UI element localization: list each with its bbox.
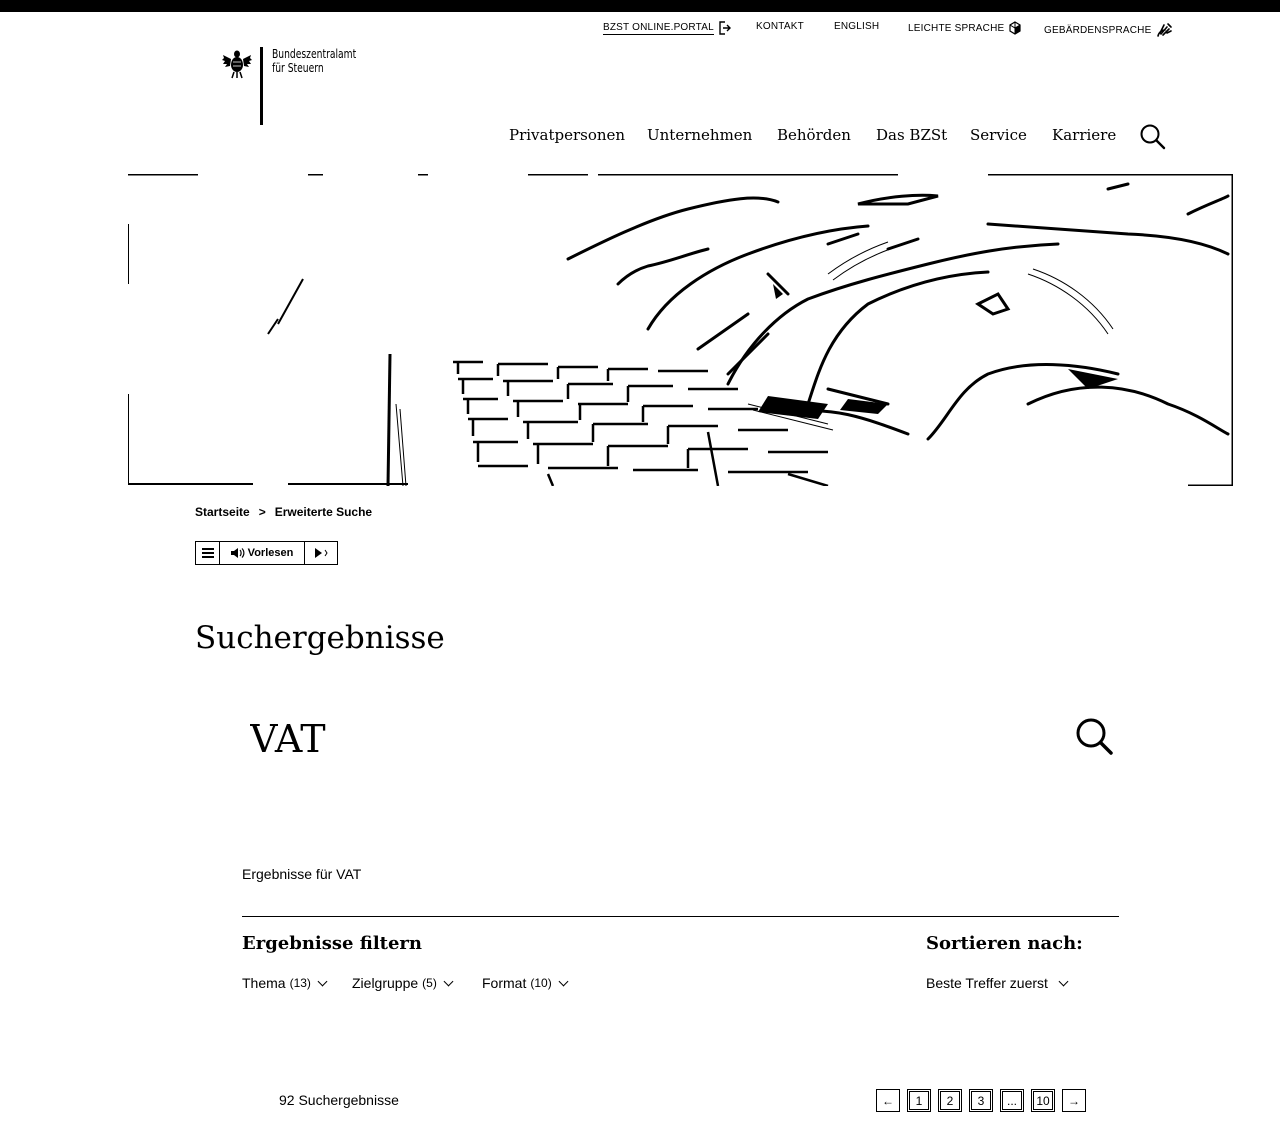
pagination-next-button[interactable]: → [1062, 1089, 1086, 1112]
chevron-down-icon [443, 976, 454, 986]
pagination: ← 1 2 3 ... 10 → [876, 1089, 1086, 1112]
chevron-down-icon [317, 976, 328, 986]
read-aloud-button[interactable]: Vorlesen [220, 542, 305, 564]
bzst-logo[interactable]: Bundeszentralamt für Steuern [222, 45, 382, 125]
login-icon [719, 21, 731, 35]
page-number: 10 [1036, 1093, 1050, 1108]
filter-zielgruppe-label: Zielgruppe [352, 975, 419, 991]
header-search-icon[interactable] [1139, 123, 1167, 151]
chevron-down-icon [1058, 976, 1069, 986]
search-input[interactable] [242, 708, 1118, 770]
nav-item-service[interactable]: Service [970, 126, 1027, 144]
readspeaker-toolbar: Vorlesen [195, 541, 338, 565]
keyboard-hands-illustration [128, 174, 1233, 486]
filter-zielgruppe[interactable]: Zielgruppe (5) [352, 975, 454, 991]
search-submit-icon[interactable] [1074, 716, 1114, 756]
top-black-bar [0, 0, 1280, 12]
nav-item-karriere[interactable]: Karriere [1052, 126, 1116, 144]
filter-thema[interactable]: Thema (13) [242, 975, 328, 991]
breadcrumb-separator: > [258, 505, 266, 519]
sign-language-label: GEBÄRDENSPRACHE [1044, 24, 1152, 36]
readspeaker-menu-button[interactable] [196, 542, 220, 564]
easy-language-icon [1009, 21, 1021, 35]
pagination-page-2[interactable]: 2 [938, 1089, 962, 1112]
easy-language-link[interactable]: LEICHTE SPRACHE [908, 21, 1022, 35]
nav-item-das-bzst[interactable]: Das BZSt [876, 126, 947, 144]
logo-line-2: für Steuern [272, 61, 324, 75]
filter-format-label: Format [482, 975, 527, 991]
results-divider [242, 916, 1119, 917]
pagination-page-10[interactable]: 10 [1031, 1089, 1055, 1112]
ellipsis: ... [1006, 1093, 1017, 1108]
chevron-down-icon [558, 976, 569, 986]
nav-item-unternehmen[interactable]: Unternehmen [647, 126, 752, 144]
play-icon [315, 548, 328, 558]
filter-title: Ergebnisse filtern [242, 933, 422, 954]
arrow-right-icon: → [1068, 1093, 1080, 1108]
read-aloud-label: Vorlesen [247, 547, 294, 559]
contact-link[interactable]: KONTAKT [756, 21, 804, 32]
page-title: Suchergebnisse [195, 620, 445, 656]
online-portal-link[interactable]: BZST ONLINE.PORTAL [603, 21, 732, 35]
page-number: 1 [915, 1093, 923, 1108]
speaker-icon [230, 548, 245, 558]
pagination-prev-button[interactable]: ← [876, 1089, 900, 1112]
pagination-ellipsis: ... [1000, 1089, 1024, 1112]
results-count: 92 Suchergebnisse [279, 1092, 399, 1108]
pagination-page-3[interactable]: 3 [969, 1089, 993, 1112]
menu-icon [201, 548, 214, 558]
page-number: 2 [946, 1093, 954, 1108]
filter-format[interactable]: Format (10) [482, 975, 569, 991]
sort-select[interactable]: Beste Treffer zuerst [926, 975, 1069, 991]
logo-divider [260, 47, 263, 125]
pagination-page-1[interactable]: 1 [907, 1089, 931, 1112]
breadcrumb-home[interactable]: Startseite [195, 505, 250, 519]
hero-image [128, 174, 1233, 486]
page-number: 3 [977, 1093, 985, 1108]
readspeaker-play-button[interactable] [305, 542, 337, 564]
contact-label: KONTAKT [756, 21, 804, 32]
breadcrumb-current: Erweiterte Suche [274, 505, 373, 519]
nav-item-privatpersonen[interactable]: Privatpersonen [509, 126, 625, 144]
federal-eagle-icon [222, 50, 252, 79]
easy-language-label: LEICHTE SPRACHE [908, 22, 1005, 34]
meta-navigation: BZST ONLINE.PORTAL KONTAKT ENGLISH LEICH… [600, 21, 1173, 39]
filter-thema-label: Thema [242, 975, 286, 991]
results-for-label: Ergebnisse für VAT [242, 866, 362, 882]
sign-language-link[interactable]: GEBÄRDENSPRACHE [1044, 21, 1173, 39]
filter-zielgruppe-count: (5) [422, 976, 437, 990]
filter-thema-count: (13) [289, 976, 311, 990]
arrow-left-icon: ← [882, 1093, 894, 1108]
logo-text: Bundeszentralamt für Steuern [272, 47, 356, 75]
logo-line-1: Bundeszentralamt [272, 47, 357, 61]
sort-select-value: Beste Treffer zuerst [926, 975, 1048, 991]
sort-title: Sortieren nach: [926, 933, 1083, 954]
filter-format-count: (10) [530, 976, 552, 990]
english-link[interactable]: ENGLISH [834, 21, 879, 32]
nav-item-behoerden[interactable]: Behörden [777, 126, 851, 144]
online-portal-label: BZST ONLINE.PORTAL [603, 21, 714, 35]
breadcrumb: Startseite > Erweiterte Suche [195, 505, 372, 519]
sign-language-icon [1157, 23, 1173, 37]
english-label: ENGLISH [834, 21, 880, 32]
